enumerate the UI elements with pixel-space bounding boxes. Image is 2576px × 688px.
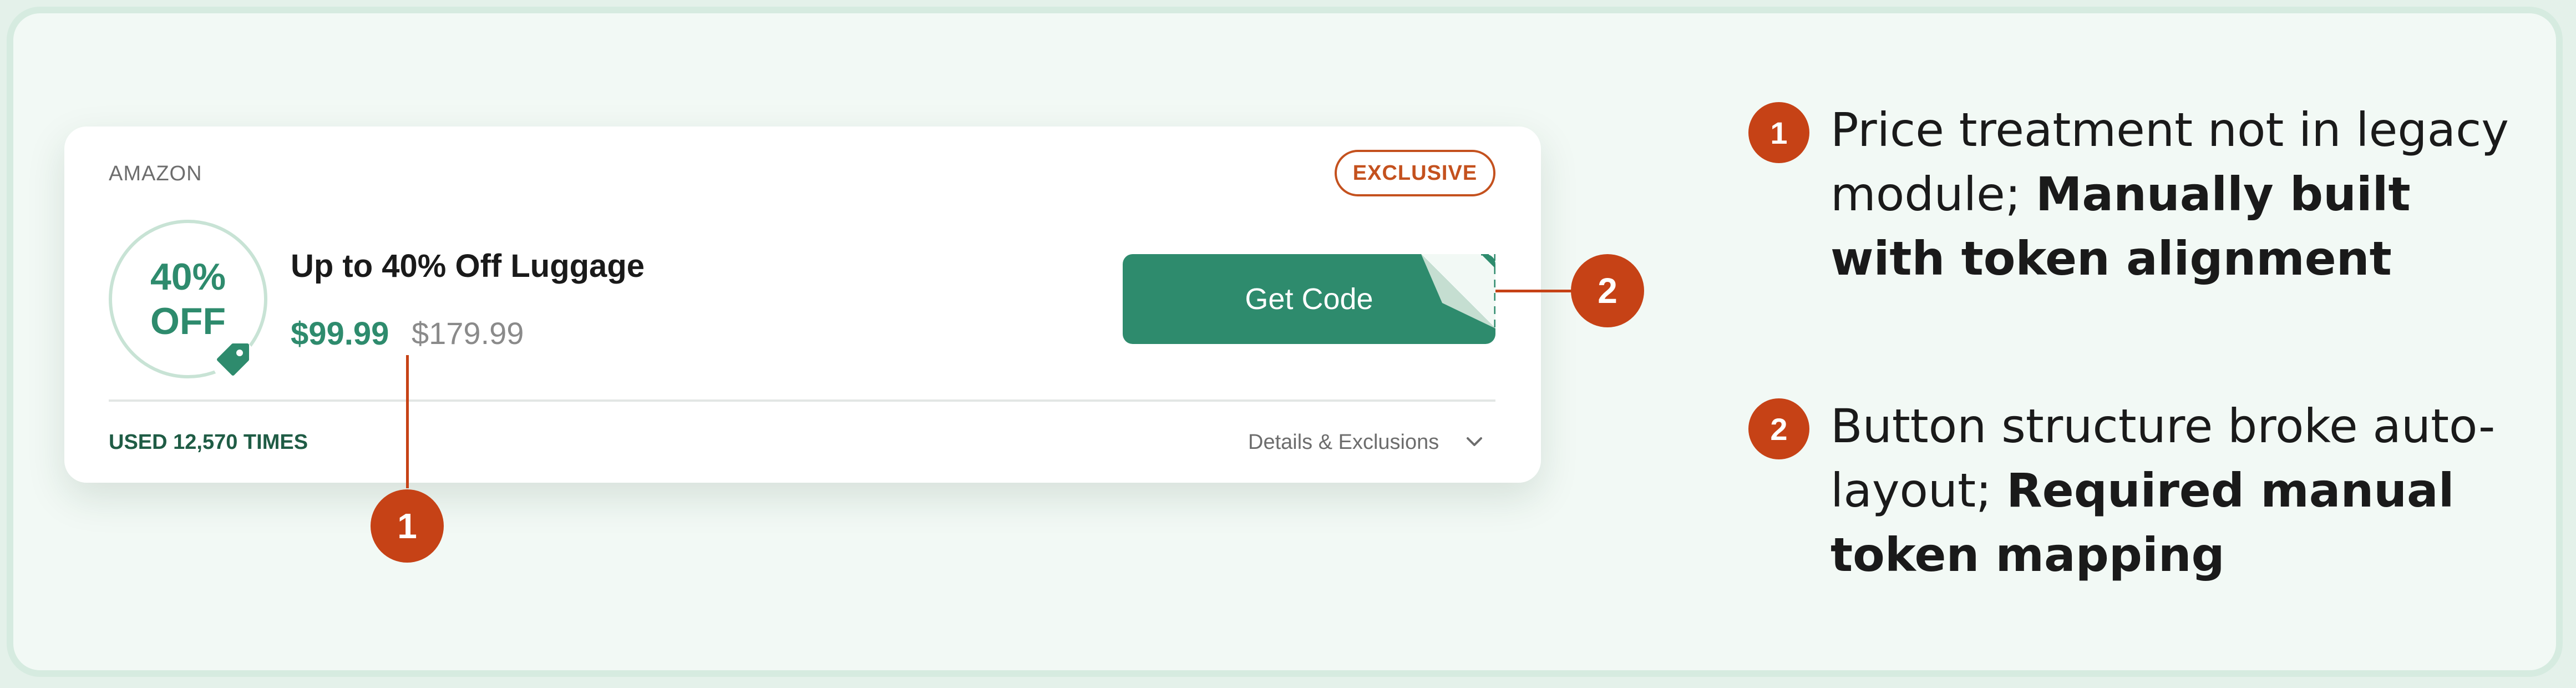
callout-marker-2: 2 bbox=[1571, 254, 1644, 327]
exclusive-badge: EXCLUSIVE bbox=[1335, 150, 1495, 196]
get-code-label: Get Code bbox=[1245, 282, 1373, 316]
sale-price: $99.99 bbox=[291, 316, 389, 352]
note-1-number: 1 bbox=[1748, 102, 1809, 163]
note-2-number: 2 bbox=[1748, 398, 1809, 459]
discount-value: 40% bbox=[150, 256, 226, 298]
tag-icon bbox=[212, 338, 256, 383]
button-peel-corner bbox=[1421, 254, 1495, 328]
details-exclusions-link[interactable]: Details & Exclusions bbox=[1248, 431, 1439, 454]
offer-title: Up to 40% Off Luggage bbox=[291, 248, 645, 284]
callout-marker-1: 1 bbox=[371, 489, 444, 563]
note-1-text: Price treatment not in legacy module; Ma… bbox=[1830, 98, 2518, 291]
usage-count: USED 12,570 TIMES bbox=[109, 431, 308, 454]
callout-1-leader bbox=[406, 355, 409, 488]
original-price: $179.99 bbox=[412, 316, 524, 351]
discount-unit: OFF bbox=[150, 300, 226, 342]
note-2-text: Button structure broke auto-layout; Requ… bbox=[1830, 394, 2518, 587]
callout-2-leader bbox=[1495, 290, 1573, 292]
card-divider bbox=[109, 399, 1495, 402]
chevron-down-icon[interactable] bbox=[1464, 434, 1484, 451]
merchant-name: AMAZON bbox=[109, 162, 202, 185]
